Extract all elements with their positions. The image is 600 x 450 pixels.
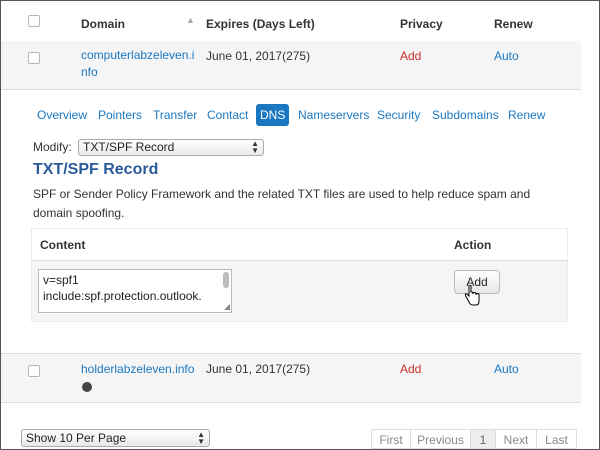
row-checkbox[interactable] — [28, 365, 40, 377]
expires-value: June 01, 2017(275) — [206, 362, 311, 376]
tab-dns[interactable]: DNS — [256, 104, 290, 126]
domain-manager-window: Domain ▲ Expires (Days Left) Privacy Ren… — [0, 0, 600, 450]
record-type-select[interactable]: TXT/SPF Record ▲ ▼ — [78, 139, 264, 156]
pagination-last[interactable]: Last — [536, 429, 577, 449]
column-header-expires[interactable]: Expires (Days Left) — [206, 17, 315, 31]
pagination-first[interactable]: First — [371, 429, 411, 449]
content-line2: include:spf.protection.outlook. — [43, 289, 202, 303]
record-table-header: Content Action — [32, 229, 567, 261]
table-row: computerlabzeleven.i nfo June 01, 2017(2… — [1, 41, 581, 90]
column-header-content: Content — [40, 238, 86, 252]
domain-name-line1[interactable]: computerlabzeleven.i — [81, 47, 194, 64]
tab-subdomains[interactable]: Subdomains — [432, 104, 499, 126]
tab-security[interactable]: Security — [377, 104, 420, 126]
content-textarea[interactable]: v=spf1 include:spf.protection.outlook. ◢ — [38, 269, 232, 313]
tab-nameservers[interactable]: Nameservers — [298, 104, 369, 126]
renew-auto-link[interactable]: Auto — [494, 48, 519, 65]
privacy-add-link[interactable]: Add — [400, 361, 421, 378]
per-page-value: Show 10 Per Page — [26, 431, 127, 445]
resize-handle-icon[interactable]: ◢ — [224, 303, 230, 311]
column-header-renew: Renew — [494, 17, 533, 31]
select-arrows-icon: ▲ ▼ — [251, 139, 259, 155]
tab-pointers[interactable]: Pointers — [98, 104, 142, 126]
domain-link[interactable]: holderlabzeleven.info — [81, 361, 194, 378]
content-line1: v=spf1 — [43, 273, 79, 287]
pagination-current[interactable]: 1 — [470, 429, 496, 449]
textarea-scrollbar[interactable] — [223, 272, 229, 288]
record-description: SPF or Sender Policy Framework and the r… — [33, 187, 531, 220]
privacy-add-link[interactable]: Add — [400, 48, 421, 65]
column-header-privacy: Privacy — [400, 17, 443, 31]
globe-icon — [82, 382, 92, 392]
sort-up-icon[interactable]: ▲ — [186, 15, 195, 25]
record-title: TXT/SPF Record — [33, 161, 159, 178]
expires-value: June 01, 2017(275) — [206, 49, 311, 63]
page-scrollbar[interactable] — [581, 1, 599, 449]
select-all-checkbox[interactable] — [28, 15, 40, 27]
domain-link[interactable]: computerlabzeleven.i nfo — [81, 47, 194, 81]
row-checkbox[interactable] — [28, 52, 40, 64]
pagination-previous[interactable]: Previous — [410, 429, 471, 449]
pagination-next[interactable]: Next — [495, 429, 537, 449]
renew-auto-link[interactable]: Auto — [494, 361, 519, 378]
per-page-select[interactable]: Show 10 Per Page ▲ ▼ — [21, 429, 210, 447]
column-header-action: Action — [454, 238, 492, 252]
tab-contact[interactable]: Contact — [207, 104, 248, 126]
select-arrows-icon: ▲ ▼ — [197, 430, 205, 446]
record-type-value: TXT/SPF Record — [83, 140, 175, 154]
column-header-domain[interactable]: Domain — [81, 17, 125, 31]
modify-label: Modify: — [33, 140, 72, 154]
domain-name-line2[interactable]: nfo — [81, 64, 194, 81]
tab-overview[interactable]: Overview — [37, 104, 87, 126]
tab-renew[interactable]: Renew — [508, 104, 545, 126]
table-header: Domain ▲ Expires (Days Left) Privacy Ren… — [1, 1, 581, 42]
table-row: holderlabzeleven.info June 01, 2017(275)… — [1, 353, 581, 403]
hand-cursor-icon — [464, 285, 480, 306]
tab-transfer[interactable]: Transfer — [153, 104, 197, 126]
record-table: Content Action v=spf1 include:spf.protec… — [31, 228, 568, 322]
domain-detail-panel: Overview Pointers Transfer Contact DNS N… — [21, 90, 577, 352]
record-table-row: v=spf1 include:spf.protection.outlook. ◢… — [32, 261, 567, 321]
